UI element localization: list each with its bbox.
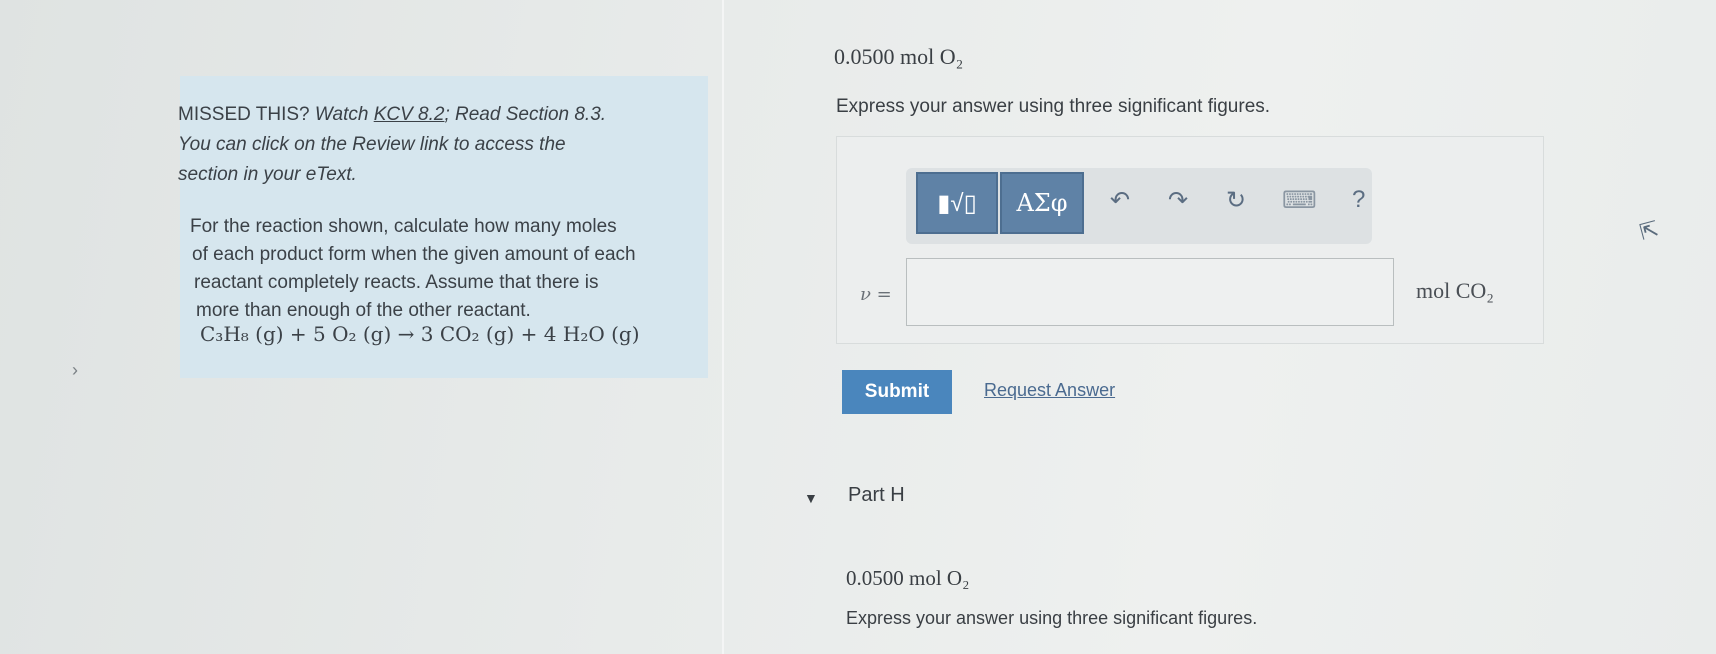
- greek-symbols-button[interactable]: ΑΣφ: [1000, 172, 1084, 234]
- unit-label: mol CO₂: [1416, 278, 1494, 303]
- missed-this-label: MISSED THIS?: [178, 104, 315, 125]
- column-divider: [722, 0, 724, 654]
- part-h-given: 0.0500 mol O₂: [846, 566, 970, 590]
- submit-button[interactable]: Submit: [842, 370, 952, 414]
- hint-line-1: MISSED THIS? Watch KCV 8.2; Read Section…: [178, 104, 607, 125]
- problem-line-3: reactant completely reacts. Assume that …: [194, 272, 599, 293]
- given-amount: 0.0500 mol O₂: [834, 44, 964, 69]
- problem-line-2: of each product form when the given amou…: [192, 244, 636, 265]
- part-h-instruction: Express your answer using three signific…: [846, 608, 1258, 628]
- hint-line-2: You can click on the Review link to acce…: [178, 134, 566, 155]
- answer-input[interactable]: [906, 258, 1394, 326]
- caret-down-icon[interactable]: ▼: [804, 490, 818, 506]
- redo-icon[interactable]: ↷: [1168, 186, 1188, 215]
- variable-label: ν =: [860, 284, 892, 305]
- hint-line-3: section in your eText.: [178, 164, 357, 185]
- problem-line-4: more than enough of the other reactant.: [196, 300, 531, 321]
- part-h-title[interactable]: Part H: [848, 484, 905, 507]
- chevron-right-icon[interactable]: ›: [72, 360, 78, 381]
- templates-button[interactable]: ▮√▯: [916, 172, 998, 234]
- instruction-text: Express your answer using three signific…: [836, 96, 1271, 117]
- help-button[interactable]: ?: [1352, 186, 1365, 214]
- reaction-equation: C₃H₈ (g) + 5 O₂ (g) → 3 CO₂ (g) + 4 H₂O …: [200, 322, 640, 346]
- request-answer-link[interactable]: Request Answer: [984, 380, 1115, 401]
- kcv-link[interactable]: KCV 8.2: [374, 104, 445, 125]
- problem-line-1: For the reaction shown, calculate how ma…: [190, 216, 617, 237]
- undo-icon[interactable]: ↶: [1110, 186, 1130, 215]
- reset-icon[interactable]: ↻: [1226, 186, 1246, 215]
- keyboard-icon[interactable]: ⌨: [1282, 186, 1317, 215]
